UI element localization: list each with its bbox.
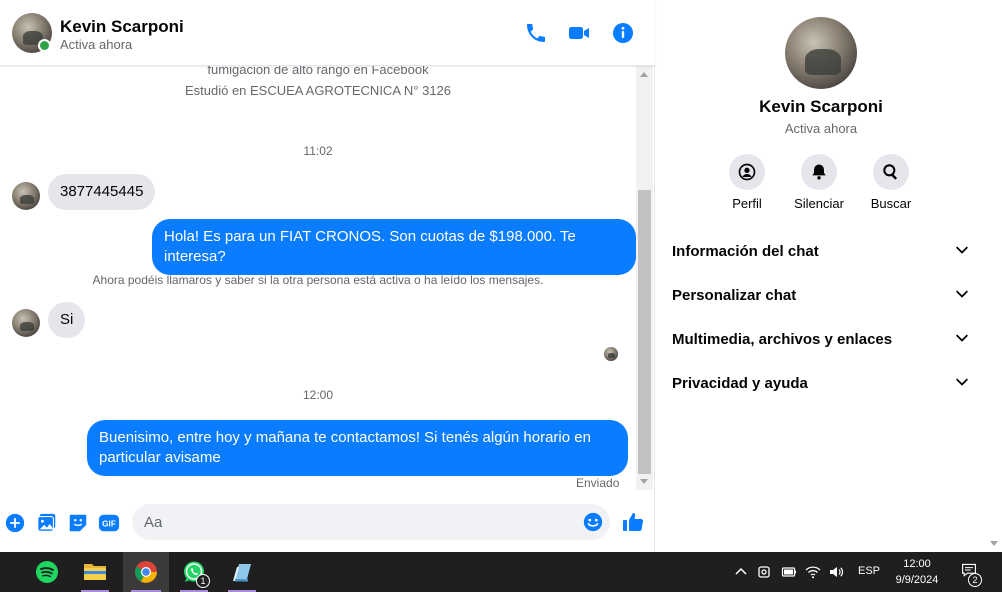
section-media-files[interactable]: Multimedia, archivos y enlaces <box>666 319 976 359</box>
chat-header: Kevin Scarponi Activa ahora <box>0 0 655 66</box>
chevron-down-icon[interactable] <box>954 241 970 262</box>
profile-status: Activa ahora <box>784 121 858 136</box>
taskbar-overflow-dots[interactable] <box>0 552 6 592</box>
contact-status: Activa ahora <box>60 37 133 52</box>
bell-icon[interactable] <box>801 154 837 190</box>
scroll-up-arrow[interactable] <box>640 72 648 77</box>
speaker-icon[interactable] <box>828 564 844 580</box>
search-label: Buscar <box>870 196 912 211</box>
whatsapp-icon[interactable]: 1 <box>174 552 214 592</box>
incoming-message[interactable]: Si <box>48 302 86 338</box>
chevron-down-icon[interactable] <box>954 285 970 306</box>
section-label: Privacidad y ayuda <box>672 374 808 392</box>
section-privacy-help[interactable]: Privacidad y ayuda <box>666 363 976 403</box>
section-label: Personalizar chat <box>672 286 797 304</box>
spotify-icon[interactable] <box>27 552 67 592</box>
info-icon[interactable] <box>611 21 635 45</box>
section-label: Multimedia, archivos y enlaces <box>672 330 893 348</box>
chat-pane: Kevin Scarponi Activa ahora fumigacion d… <box>0 0 655 552</box>
clock-time: 12:00 <box>903 558 931 570</box>
search-button[interactable]: Buscar <box>861 154 921 211</box>
chat-info-panel: Kevin Scarponi Activa ahora Perfil Silen… <box>656 0 986 552</box>
page-scrollbar[interactable] <box>986 0 1002 552</box>
file-explorer-icon[interactable] <box>75 552 115 592</box>
clock-date: 9/9/2024 <box>895 574 939 586</box>
message-composer: GIF <box>0 496 655 552</box>
message-input[interactable] <box>132 504 610 540</box>
outgoing-message[interactable]: Hola! Es para un FIAT CRONOS. Son cuotas… <box>152 219 636 275</box>
gif-icon[interactable]: GIF <box>98 512 120 534</box>
phone-icon[interactable] <box>524 21 548 45</box>
section-chat-info[interactable]: Información del chat <box>666 231 976 271</box>
chevron-down-icon[interactable] <box>954 373 970 394</box>
contact-intro-line: fumigacion de alto rango en Facebook <box>207 66 429 77</box>
plus-icon[interactable] <box>4 512 26 534</box>
messenger-window: Kevin Scarponi Activa ahora fumigacion d… <box>0 0 1002 552</box>
video-call-icon[interactable] <box>567 21 591 45</box>
wifi-icon[interactable] <box>805 564 821 580</box>
thumbs-up-icon[interactable] <box>621 510 645 534</box>
search-icon[interactable] <box>873 154 909 190</box>
image-icon[interactable] <box>36 512 58 534</box>
sender-avatar[interactable] <box>12 182 40 210</box>
mute-label: Silenciar <box>794 196 844 211</box>
notification-badge: 1 <box>196 574 210 588</box>
seen-receipt-avatar <box>604 347 618 361</box>
section-customize-chat[interactable]: Personalizar chat <box>666 275 976 315</box>
incoming-message[interactable]: 3877445445 <box>48 174 156 210</box>
mute-button[interactable]: Silenciar <box>789 154 849 211</box>
profile-icon[interactable] <box>729 154 765 190</box>
contact-intro-line: Estudió en ESCUEA AGROTECNICA N° 3126 <box>184 83 452 98</box>
gif-label: GIF <box>102 520 116 529</box>
profile-button[interactable]: Perfil <box>717 154 777 211</box>
sender-avatar[interactable] <box>12 309 40 337</box>
section-label: Información del chat <box>672 242 819 260</box>
message-list[interactable]: fumigacion de alto rango en Facebook Est… <box>0 66 636 490</box>
system-notice: Ahora podéis llamaros y saber si la otra… <box>92 273 544 287</box>
scroll-thumb[interactable] <box>638 190 651 474</box>
profile-name: Kevin Scarponi <box>759 97 883 116</box>
profile-avatar[interactable] <box>785 17 857 89</box>
delivery-status: Enviado <box>576 476 620 490</box>
sticker-icon[interactable] <box>67 512 89 534</box>
language-indicator[interactable]: ESP <box>858 565 880 577</box>
time-separator: 11:02 <box>303 144 333 158</box>
profile-label: Perfil <box>732 196 762 211</box>
chrome-icon[interactable] <box>123 552 169 592</box>
contact-name[interactable]: Kevin Scarponi <box>60 17 184 37</box>
meet-now-icon[interactable] <box>756 564 772 580</box>
outgoing-message[interactable]: Buenisimo, entre hoy y mañana te contact… <box>87 420 628 476</box>
online-indicator <box>38 39 51 52</box>
chat-scrollbar[interactable] <box>636 66 653 490</box>
windows-taskbar: 1 ESP 12:00 9/9/2024 2 <box>0 552 1002 592</box>
notification-count: 2 <box>968 573 982 587</box>
chevron-down-icon[interactable] <box>954 329 970 350</box>
battery-icon[interactable] <box>781 564 797 580</box>
chevron-up-icon[interactable] <box>733 564 749 580</box>
emoji-icon[interactable] <box>582 511 604 533</box>
notes-icon[interactable] <box>222 552 262 592</box>
system-clock[interactable]: 12:00 9/9/2024 <box>884 556 950 588</box>
scroll-down-arrow[interactable] <box>990 541 998 546</box>
time-separator: 12:00 <box>302 388 334 402</box>
scroll-down-arrow[interactable] <box>640 479 648 484</box>
